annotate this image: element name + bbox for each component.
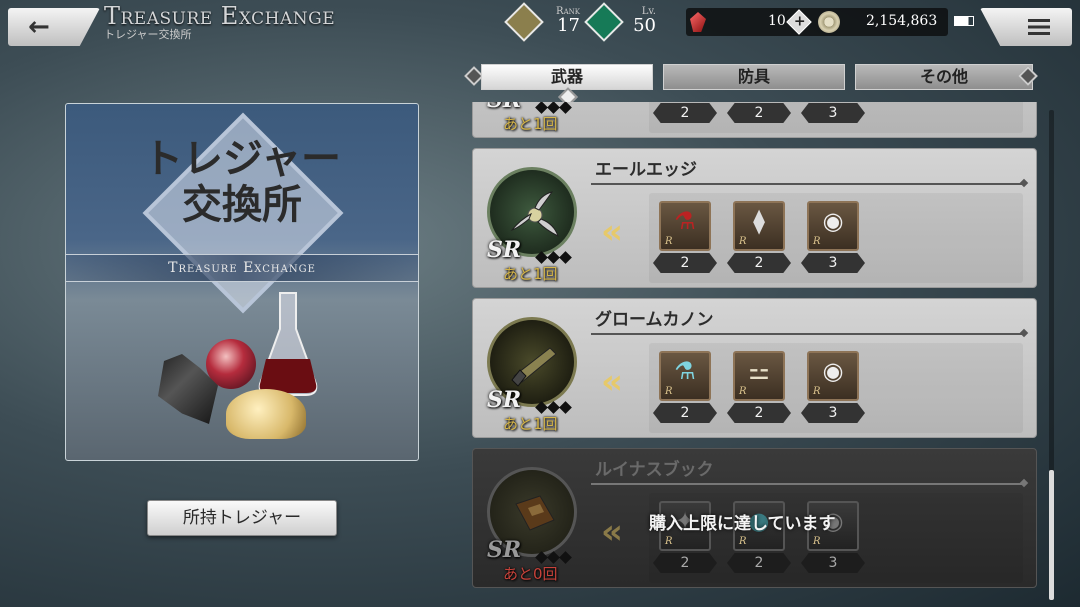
level-gem-icon [584, 2, 624, 42]
chevron-left-icon: « [601, 212, 623, 252]
divider [591, 483, 1023, 485]
material-qty: 3 [801, 403, 865, 423]
eye-icon: ◉ [822, 207, 844, 235]
item-name: エールエッジ [595, 160, 697, 180]
book-weapon-icon [515, 495, 555, 531]
material-rarity: R [813, 386, 821, 397]
material-qty: 2 [653, 253, 717, 273]
banner-title-line1: トレジャー [143, 135, 341, 182]
material-panel: 2 2 3 [649, 102, 1023, 133]
exchange-banner: トレジャー 交換所 Treasure Exchange [65, 103, 419, 461]
material-qty: 2 [653, 553, 717, 573]
material-rarity: R [739, 386, 747, 397]
rarity-label: SR [487, 387, 522, 413]
coin-icon [818, 11, 840, 33]
tab-armor[interactable]: 防具 [663, 64, 845, 90]
back-arrow-icon: ← [28, 12, 50, 42]
divider [591, 183, 1023, 185]
material-qty: 3 [801, 103, 865, 123]
plus-icon: + [793, 13, 806, 30]
material-slot[interactable]: ⚍ R [733, 351, 785, 401]
material-slot[interactable]: ⧫ R [733, 201, 785, 251]
flask-icon: ⚗ [674, 207, 696, 235]
gold-count: 2,154,863 [866, 13, 938, 29]
bone-icon: ⚍ [748, 357, 770, 385]
remaining-count: あと0回 [503, 565, 558, 583]
remaining-count: あと1回 [503, 415, 558, 433]
page-subtitle: トレジャー交換所 [104, 28, 192, 41]
blade-weapon-icon [510, 191, 559, 237]
divider [591, 333, 1023, 335]
material-qty: 2 [653, 403, 717, 423]
exchange-item-card-locked[interactable]: ルイナスブック SR あと0回 « ✦ R ● R ◉ R 2 2 3 購入上限… [472, 448, 1037, 588]
material-rarity: R [739, 236, 747, 247]
rank-gem-icon [504, 2, 544, 42]
eye-icon: ◉ [822, 357, 844, 385]
currency-bar: 10 + 2,154,863 [686, 8, 948, 36]
chevron-left-icon: « [601, 362, 623, 402]
crystal-count: 10 [768, 13, 786, 29]
material-rarity: R [739, 536, 747, 547]
material-panel: ⚗ R ⚍ R ◉ R 2 2 3 [649, 343, 1023, 433]
tab-other[interactable]: その他 [855, 64, 1033, 90]
material-qty: 2 [727, 103, 791, 123]
material-qty: 2 [727, 553, 791, 573]
exchange-item-card[interactable]: エールエッジ SR あと1回 « ⚗ R ⧫ R ◉ R 2 2 3 [472, 148, 1037, 288]
material-panel: ⚗ R ⧫ R ◉ R 2 2 3 [649, 193, 1023, 283]
exchange-item-card[interactable]: SR あと1回 2 2 3 [472, 102, 1037, 138]
category-tabs: 武器 防具 その他 [463, 62, 1048, 107]
crystal-icon [690, 12, 706, 32]
material-rarity: R [665, 536, 673, 547]
banner-english-title: Treasure Exchange [66, 254, 418, 282]
level-value: 50 [633, 15, 656, 36]
exchange-item-card[interactable]: グロームカノン SR あと1回 « ⚗ R ⚍ R ◉ R 2 2 3 [472, 298, 1037, 438]
rarity-label: SR [487, 102, 521, 113]
item-name: グロームカノン [595, 310, 714, 330]
chevron-left-icon: « [601, 512, 623, 552]
material-rarity: R [665, 236, 673, 247]
scrollbar-thumb[interactable] [1049, 470, 1054, 600]
owned-treasure-button[interactable]: 所持トレジャー [147, 500, 337, 536]
flask-icon: ⚗ [674, 357, 696, 385]
material-qty: 3 [801, 553, 865, 573]
material-qty: 3 [801, 253, 865, 273]
menu-button[interactable] [980, 8, 1072, 46]
material-rarity: R [665, 386, 673, 397]
material-rarity: R [813, 236, 821, 247]
battery-icon [954, 16, 974, 26]
rank-display: Rank 17 [540, 6, 580, 36]
material-qty: 2 [727, 403, 791, 423]
rank-value: 17 [557, 15, 580, 36]
tab-weapons[interactable]: 武器 [481, 64, 653, 90]
list-scrollbar[interactable] [1049, 110, 1054, 600]
material-rarity: R [813, 536, 821, 547]
material-panel: ✦ R ● R ◉ R 2 2 3 [649, 493, 1023, 583]
back-button[interactable]: ← [8, 8, 100, 46]
banner-title: トレジャー 交換所 [66, 136, 418, 228]
remaining-count: あと1回 [503, 115, 558, 133]
item-name: ルイナスブック [595, 460, 714, 480]
material-slot[interactable]: ⚗ R [659, 201, 711, 251]
purchase-limit-message: 購入上限に達しています [649, 514, 836, 534]
material-qty: 2 [653, 103, 717, 123]
remaining-count: あと1回 [503, 265, 558, 283]
player-status: Rank 17 Lv. 50 10 + 2,154,863 [500, 2, 980, 42]
exchange-list[interactable]: SR あと1回 2 2 3 エールエッジ SR あと1回 « ⚗ R [472, 102, 1037, 602]
claw-icon: ⧫ [753, 207, 765, 235]
add-crystal-button[interactable]: + [786, 9, 812, 35]
material-slot[interactable]: ◉ R [807, 351, 859, 401]
flask-icon [258, 292, 318, 396]
rarity-label: SR [487, 537, 522, 563]
material-slot[interactable]: ◉ R [807, 201, 859, 251]
level-display: Lv. 50 [624, 6, 656, 36]
banner-title-line2: 交換所 [182, 181, 302, 228]
material-qty: 2 [727, 253, 791, 273]
material-slot[interactable]: ⚗ R [659, 351, 711, 401]
rarity-label: SR [487, 237, 522, 263]
gun-weapon-icon [511, 347, 557, 387]
skull-icon [226, 389, 306, 439]
menu-icon [1028, 19, 1050, 35]
